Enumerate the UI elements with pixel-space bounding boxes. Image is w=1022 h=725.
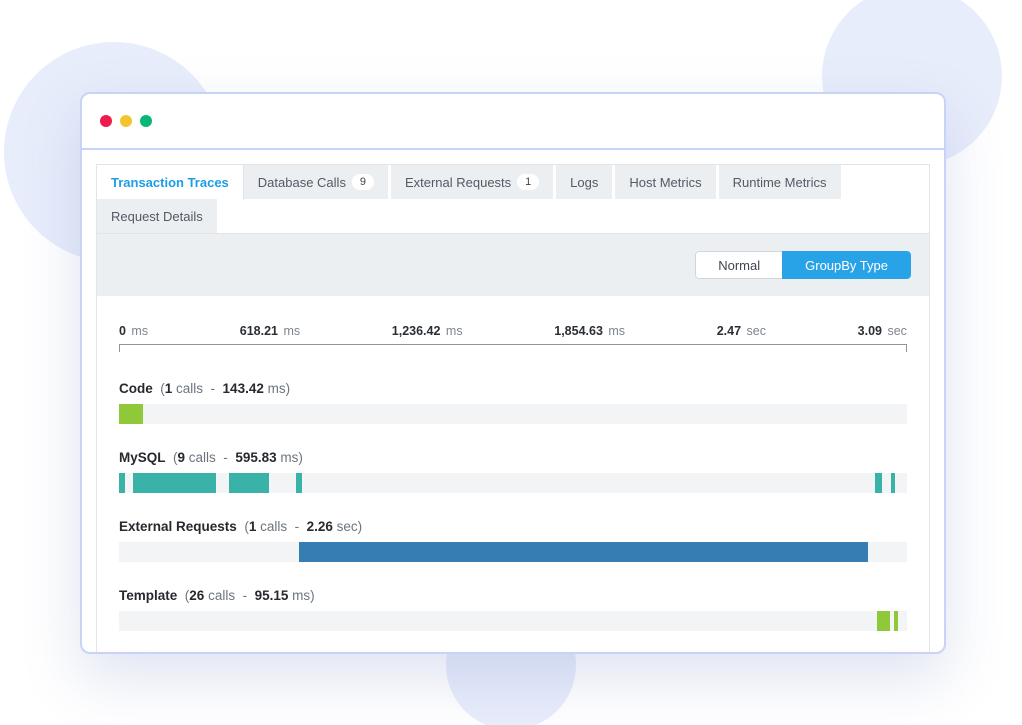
group-name: External Requests	[119, 519, 237, 534]
trace-span[interactable]	[119, 404, 143, 424]
view-toggle: Normal GroupBy Type	[695, 251, 911, 279]
trace-track[interactable]	[119, 542, 907, 562]
axis-tick: 1,854.63 ms	[554, 324, 625, 338]
axis-labels: 0 ms 618.21 ms 1,236.42 ms 1,854.63 ms 2.47 …	[119, 324, 907, 338]
trace-group-template: Template (26 calls - 95.15 ms)	[119, 588, 907, 631]
view-groupby-button[interactable]: GroupBy Type	[782, 251, 911, 279]
trace-track[interactable]	[119, 404, 907, 424]
group-header: External Requests (1 calls - 2.26 sec)	[119, 519, 907, 534]
trace-span[interactable]	[894, 611, 897, 631]
axis-tick: 2.47 sec	[717, 324, 766, 338]
trace-group-external-requests: External Requests (1 calls - 2.26 sec)	[119, 519, 907, 562]
trace-group-code: Code (1 calls - 143.42 ms)	[119, 381, 907, 424]
tab-bar: Transaction Traces Database Calls 9 Externa…	[97, 165, 929, 234]
group-duration-unit: ms	[292, 588, 310, 603]
axis-line	[119, 344, 907, 355]
axis-tick: 1,236.42 ms	[392, 324, 463, 338]
axis-tick: 618.21 ms	[240, 324, 300, 338]
content-panel: Transaction Traces Database Calls 9 Externa…	[96, 164, 930, 652]
trace-span[interactable]	[891, 473, 895, 493]
group-duration: 2.26	[307, 519, 333, 534]
tab-label: Database Calls	[258, 175, 346, 190]
trace-span[interactable]	[875, 473, 881, 493]
tab-external-requests[interactable]: External Requests 1	[391, 165, 556, 199]
tab-badge: 1	[517, 174, 539, 190]
tab-label: Runtime Metrics	[733, 175, 827, 190]
tab-database-calls[interactable]: Database Calls 9	[244, 165, 391, 199]
group-calls: 1	[165, 381, 173, 396]
group-duration-unit: ms	[280, 450, 298, 465]
tab-label: Request Details	[111, 209, 203, 224]
group-calls: 1	[249, 519, 257, 534]
tab-logs[interactable]: Logs	[556, 165, 615, 199]
trace-span[interactable]	[877, 611, 890, 631]
trace-span[interactable]	[133, 473, 216, 493]
tab-transaction-traces[interactable]: Transaction Traces	[97, 165, 244, 200]
timeline-area: 0 ms 618.21 ms 1,236.42 ms 1,854.63 ms 2.47 …	[97, 296, 929, 631]
group-header: Code (1 calls - 143.42 ms)	[119, 381, 907, 396]
group-duration: 95.15	[255, 588, 289, 603]
close-icon[interactable]	[100, 115, 112, 127]
tab-host-metrics[interactable]: Host Metrics	[615, 165, 718, 199]
tab-label: Transaction Traces	[111, 175, 229, 190]
group-duration-unit: ms	[268, 381, 286, 396]
tab-runtime-metrics[interactable]: Runtime Metrics	[719, 165, 844, 199]
group-name: MySQL	[119, 450, 166, 465]
tab-badge: 9	[352, 174, 374, 190]
tab-label: Logs	[570, 175, 598, 190]
group-header: MySQL (9 calls - 595.83 ms)	[119, 450, 907, 465]
axis-tick: 3.09 sec	[858, 324, 907, 338]
tab-label: Host Metrics	[629, 175, 701, 190]
group-calls: 26	[189, 588, 204, 603]
minimize-icon[interactable]	[120, 115, 132, 127]
group-calls: 9	[178, 450, 186, 465]
app-window: Transaction Traces Database Calls 9 Externa…	[80, 92, 946, 654]
trace-span[interactable]	[299, 542, 869, 562]
group-name: Template	[119, 588, 177, 603]
group-name: Code	[119, 381, 153, 396]
trace-track[interactable]	[119, 473, 907, 493]
window-titlebar	[82, 94, 944, 150]
trace-span[interactable]	[229, 473, 268, 493]
group-header: Template (26 calls - 95.15 ms)	[119, 588, 907, 603]
group-duration-unit: sec	[337, 519, 358, 534]
view-normal-button[interactable]: Normal	[695, 251, 782, 279]
trace-group-mysql: MySQL (9 calls - 595.83 ms)	[119, 450, 907, 493]
view-controls: Normal GroupBy Type	[97, 234, 929, 296]
maximize-icon[interactable]	[140, 115, 152, 127]
axis-tick: 0 ms	[119, 324, 148, 338]
trace-span[interactable]	[296, 473, 302, 493]
trace-span[interactable]	[119, 473, 125, 493]
tab-request-details[interactable]: Request Details	[97, 199, 220, 233]
tab-label: External Requests	[405, 175, 511, 190]
trace-track[interactable]	[119, 611, 907, 631]
group-duration: 595.83	[235, 450, 276, 465]
group-duration: 143.42	[223, 381, 264, 396]
